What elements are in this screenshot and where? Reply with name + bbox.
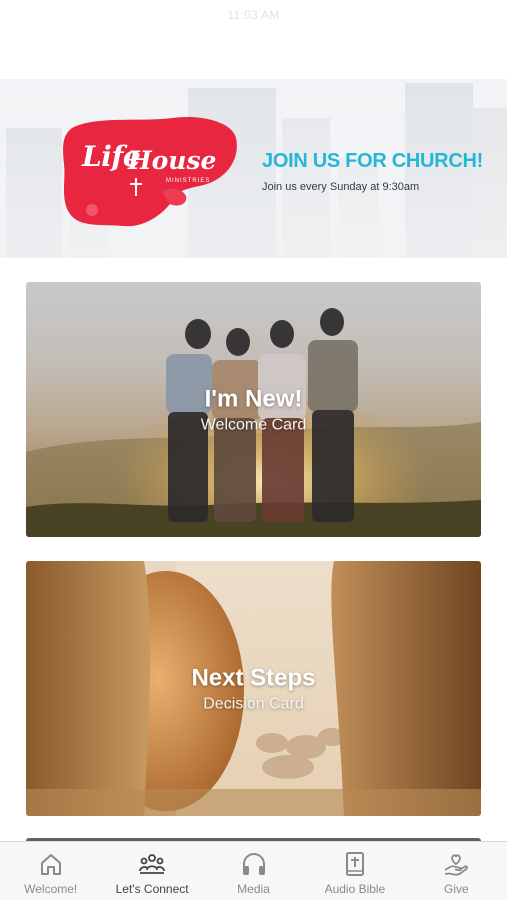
card-subtitle-decision: Decision Card (203, 695, 304, 712)
give-hand-heart-icon (444, 854, 469, 876)
logo-text-house: House (128, 146, 217, 175)
card-subtitle-welcome: Welcome Card (200, 416, 307, 433)
card-title-next-steps: Next Steps (191, 664, 316, 691)
status-bar: 11:03 AM (0, 0, 507, 30)
tab-media[interactable]: Media (203, 842, 304, 900)
tab-give[interactable]: Give (406, 842, 507, 900)
tab-label-give: Give (443, 882, 469, 896)
status-time: 11:03 AM (227, 8, 280, 22)
headphones-icon (242, 852, 265, 875)
people-group-icon (139, 854, 166, 874)
tab-label-audio-bible: Audio Bible (324, 882, 386, 896)
tab-label-welcome: Welcome! (24, 882, 78, 896)
tab-audio-bible[interactable]: Audio Bible (304, 842, 405, 900)
im-new-card[interactable]: I'm New! Welcome Card (26, 282, 481, 537)
card-title-im-new: I'm New! (204, 385, 303, 412)
lifehouse-logo: Life House MINISTRIES (62, 116, 240, 232)
bottom-tab-bar: Welcome! Let's Connect Media Audio Bible (0, 841, 507, 900)
bible-icon (345, 852, 364, 876)
home-icon (40, 854, 61, 875)
tab-welcome[interactable]: Welcome! (0, 842, 101, 900)
tab-label-lets-connect: Let's Connect (115, 882, 189, 896)
banner-subtitle: Join us every Sunday at 9:30am (262, 181, 420, 193)
logo-subtext: MINISTRIES (166, 178, 211, 184)
next-steps-card[interactable]: Next Steps Decision Card (26, 561, 481, 816)
tab-lets-connect[interactable]: Let's Connect (101, 842, 202, 900)
banner-title: JOIN US FOR CHURCH! (262, 150, 483, 172)
tab-label-media: Media (237, 882, 270, 896)
